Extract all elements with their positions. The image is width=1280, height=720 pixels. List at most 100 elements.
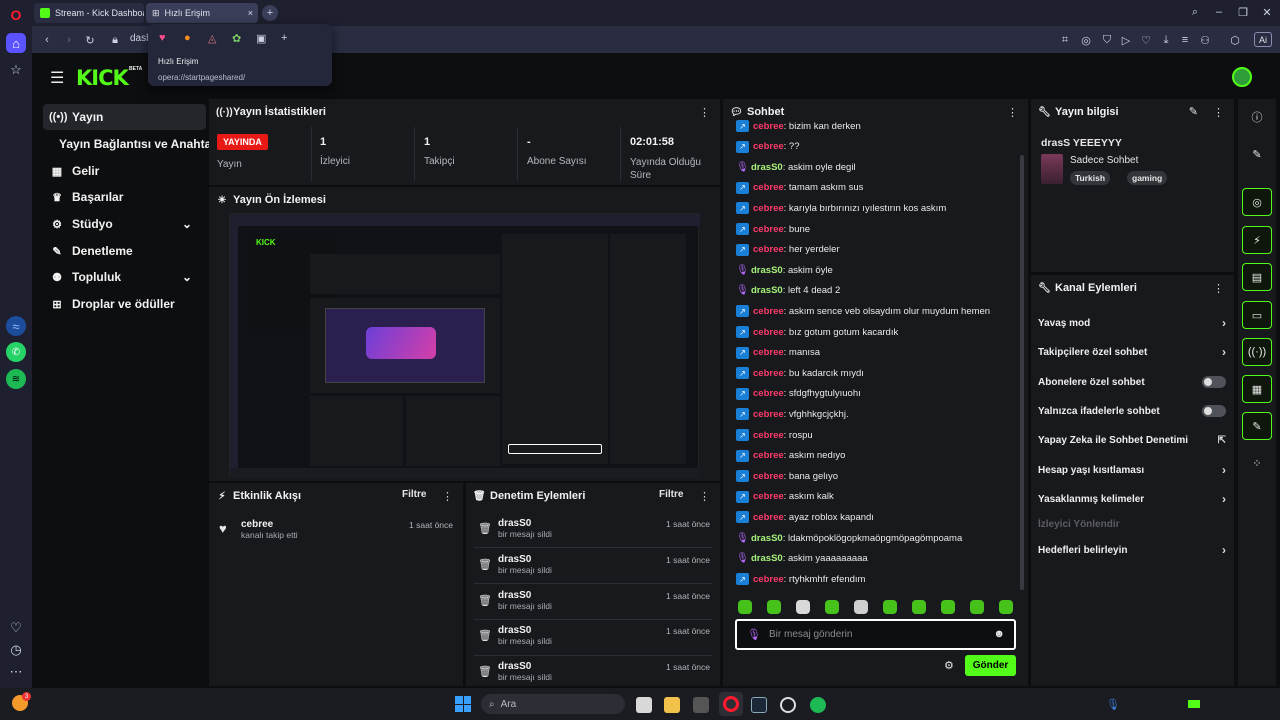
snapshot-icon[interactable]: ◎ [1079,33,1093,47]
history-icon[interactable]: ◷ [6,640,26,660]
hamburger-menu-icon[interactable]: ☰ [50,68,64,88]
opera-logo-icon[interactable]: O [6,5,26,25]
new-tab-plus-icon[interactable]: + [262,5,278,21]
shortcut-icon-3[interactable]: ◬ [208,32,216,45]
subscribers-only-toggle[interactable] [1202,376,1226,388]
preview-video[interactable]: KICK [229,213,700,478]
document-icon[interactable]: ▤ [1242,263,1272,291]
nav-denetleme[interactable]: ✎ Denetleme [43,238,206,264]
spotify-icon[interactable]: ≋ [6,369,26,389]
more-options-icon[interactable]: ⋮ [699,106,710,119]
tray-icon[interactable] [1188,700,1200,708]
action-slow-mode[interactable]: Yavaş mod › [1038,312,1228,334]
nav-stream-key[interactable]: Yayın Bağlantısı ve Anahtarı [43,131,223,157]
emote-icon[interactable] [796,600,810,614]
more-options-icon[interactable]: ⋮ [1213,282,1224,295]
chat-username[interactable]: cebree [753,244,784,255]
edit-pencil-icon[interactable]: ✎ [1189,105,1198,118]
moderation-icon[interactable]: ▦ [1242,375,1272,403]
emote-icon[interactable] [883,600,897,614]
forward-icon[interactable]: › [62,33,76,47]
chat-username[interactable]: drasS0 [751,265,783,276]
emote-icon[interactable] [941,600,955,614]
moderation-user[interactable]: drasS0 [498,554,531,565]
emotes-only-toggle[interactable] [1202,405,1226,417]
nav-topluluk[interactable]: ⚉ Topluluk ⌄ [43,264,206,290]
heart-icon[interactable]: ♡ [6,618,26,638]
chat-settings-gear-icon[interactable]: ⚙ [944,659,954,672]
windows-start-icon[interactable] [455,696,471,712]
action-followers-only[interactable]: Takipçilere özel sohbet › [1038,341,1228,363]
reload-icon[interactable]: ↻ [83,33,97,47]
opera-taskbar-button[interactable] [719,692,743,716]
download-icon[interactable]: ⤓ [1159,33,1173,47]
emote-icon[interactable] [999,600,1013,614]
tag-pill[interactable]: gaming [1127,171,1168,185]
messenger-icon[interactable]: ≈ [6,316,26,336]
info-icon[interactable]: ⓘ [1242,103,1272,131]
activity-user[interactable]: cebree [241,519,273,530]
emote-icon[interactable] [970,600,984,614]
microphone-tray-icon[interactable]: 🎙︎ [1106,698,1120,711]
taskbar-search[interactable]: ⌕ Ara [481,694,625,714]
chat-username[interactable]: cebree [753,368,784,379]
target-icon[interactable]: ◎ [1242,188,1272,216]
chat-username[interactable]: cebree [753,182,784,193]
minimize-icon[interactable]: – [1212,5,1226,19]
category-thumbnail[interactable] [1041,154,1063,184]
chat-username[interactable]: cebree [753,512,784,523]
more-options-icon[interactable]: ⋮ [1213,106,1224,119]
wrench-icon[interactable]: ✎ [1242,412,1272,440]
more-options-icon[interactable]: ⋮ [699,490,710,503]
action-ai-moderation[interactable]: Yapay Zeka ile Sohbet Denetimi ⇱ [1038,429,1228,451]
home-icon[interactable]: ⌂ [6,33,26,53]
close-icon[interactable]: × [248,8,253,18]
mic-icon[interactable]: 🎙︎ [747,628,761,641]
tag-pill[interactable]: Turkish [1070,171,1111,185]
broadcast-icon[interactable]: ((·)) [1242,338,1272,366]
moderation-user[interactable]: drasS0 [498,625,531,636]
task-view-icon[interactable] [636,697,652,713]
heart-outline-icon[interactable]: ♡ [1139,33,1153,47]
spotify-taskbar-icon[interactable] [810,697,826,713]
emote-icon[interactable] [912,600,926,614]
action-goals[interactable]: Hedefleri belirleyin › [1038,539,1228,561]
bookmark-star-icon[interactable]: ☆ [6,60,26,80]
more-options-icon[interactable]: ⋮ [442,490,453,503]
filter-button[interactable]: Filtre [659,489,683,500]
chat-username[interactable]: cebree [753,121,784,132]
moderation-user[interactable]: drasS0 [498,518,531,529]
chat-username[interactable]: cebree [753,224,784,235]
file-explorer-icon[interactable] [664,697,680,713]
menu-lines-icon[interactable]: ≡ [1178,33,1192,47]
heart-shortcut-icon[interactable]: ♥ [159,32,166,44]
chat-username[interactable]: drasS0 [751,285,783,296]
aria-ai-button[interactable]: Ai [1254,32,1273,47]
chat-username[interactable]: cebree [753,327,784,338]
shortcut-icon-4[interactable]: ✿ [232,32,241,45]
search-icon[interactable]: ⌕ [1188,5,1202,19]
nav-gelir[interactable]: ▦ Gelir [43,158,206,184]
tab-hizli-erisim[interactable]: ⊞ Hızlı Erişim × [146,3,258,23]
emoji-icon[interactable]: ☻ [993,628,1005,640]
chat-username[interactable]: cebree [753,471,784,482]
chat-username[interactable]: drasS0 [751,533,783,544]
chat-username[interactable]: drasS0 [751,162,783,173]
chat-username[interactable]: cebree [753,306,784,317]
extension-cube-icon[interactable]: ⬡ [1228,33,1242,47]
tab-stream-kick[interactable]: Stream - Kick Dashboard [34,3,144,23]
chat-username[interactable]: cebree [753,203,784,214]
chat-username[interactable]: cebree [753,574,784,585]
emote-icon[interactable] [767,600,781,614]
filter-button[interactable]: Filtre [402,489,426,500]
action-banned-words[interactable]: Yasaklanmış kelimeler › [1038,488,1228,510]
more-icon[interactable]: ⋯ [6,662,26,682]
apps-icon[interactable]: ⁘ [1242,449,1272,477]
chat-username[interactable]: cebree [753,347,784,358]
kick-logo[interactable]: KICK [76,66,129,90]
whatsapp-icon[interactable]: ✆ [6,342,26,362]
fire-shortcut-icon[interactable]: ● [184,32,191,44]
chat-input-box[interactable]: 🎙︎ Bir mesaj gönderin ☻ [735,619,1016,650]
emote-icon[interactable] [854,600,868,614]
shield-icon[interactable]: ⛉ [1100,33,1114,47]
